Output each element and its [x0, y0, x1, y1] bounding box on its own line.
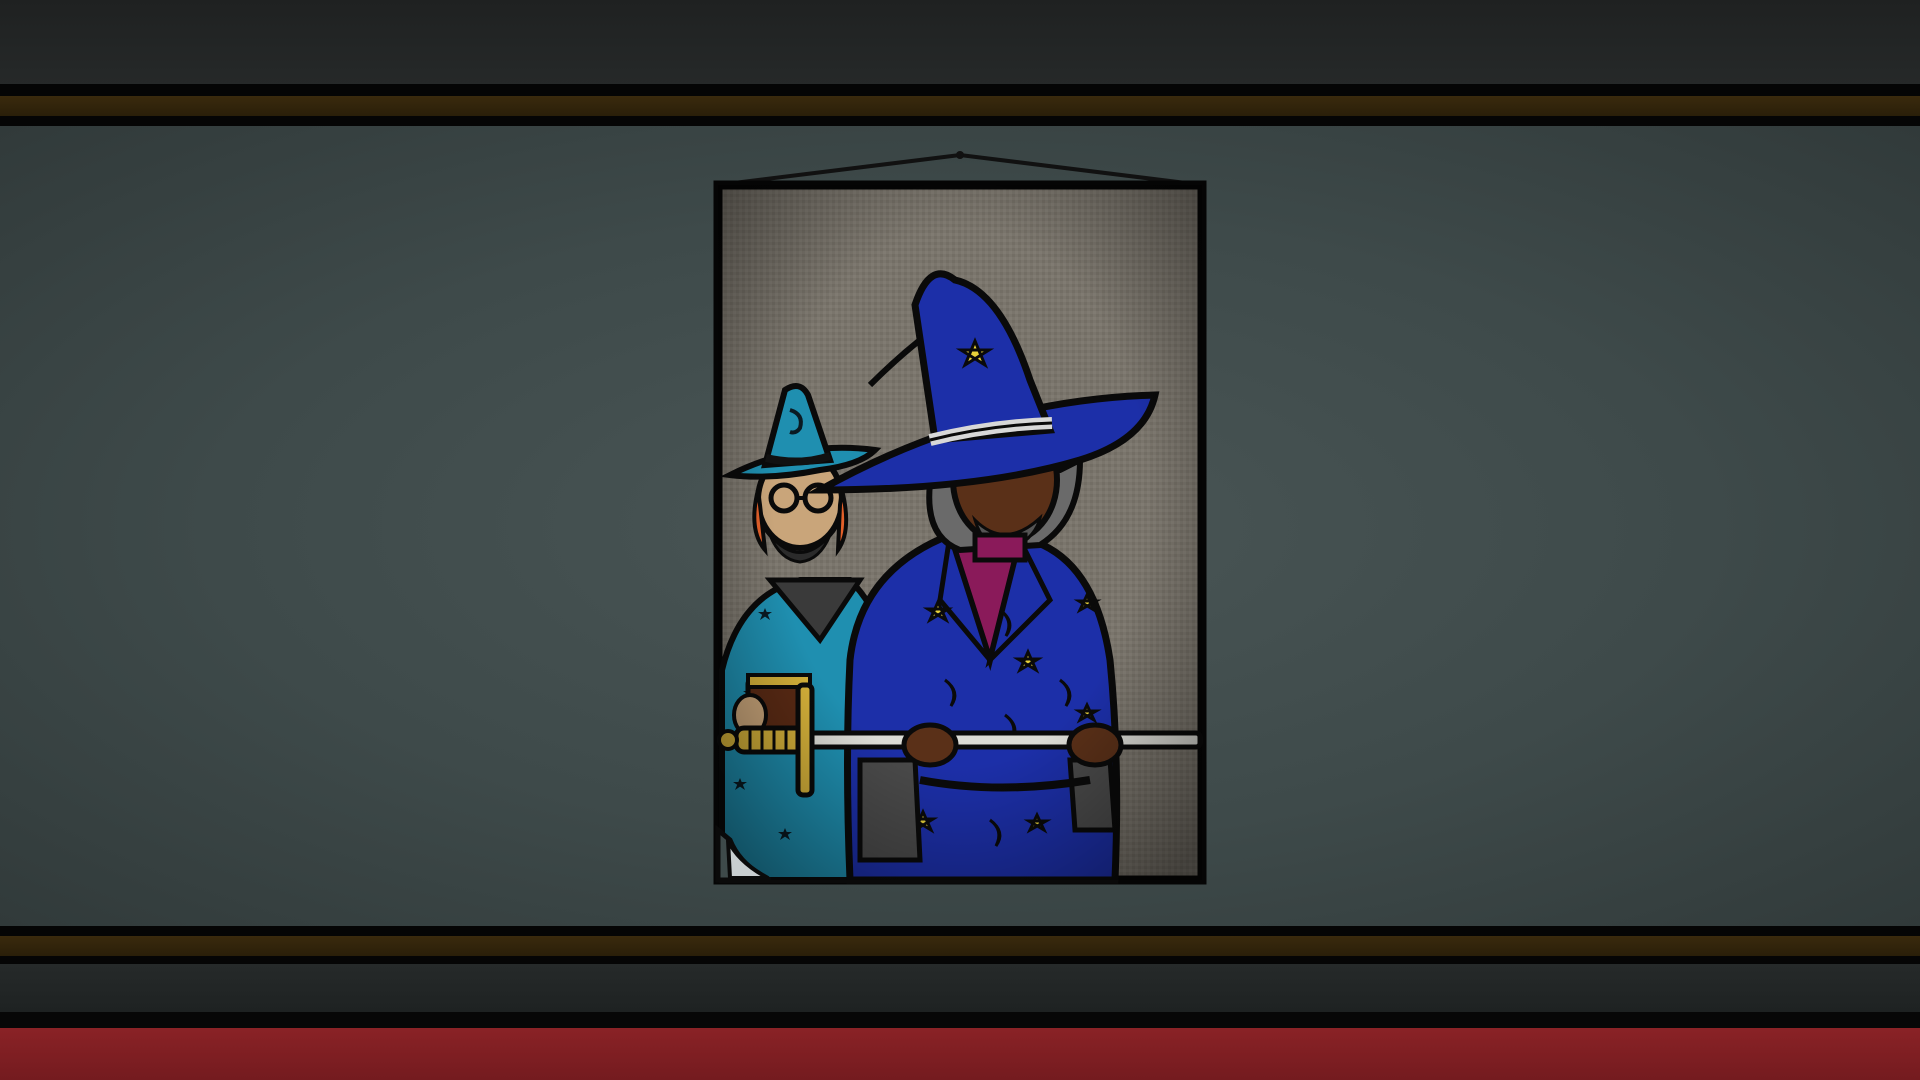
carpet: [0, 1028, 1920, 1080]
hanging-string: [717, 151, 1203, 187]
poster-shading: [718, 185, 1202, 880]
wizard-poster[interactable]: [700, 140, 1220, 910]
upper-trim-wood: [0, 96, 1920, 116]
lower-trim-wood: [0, 936, 1920, 956]
lower-trim-dark: [0, 926, 1920, 936]
upper-trim-dark-2: [0, 116, 1920, 126]
ceiling: [0, 0, 1920, 86]
upper-trim-dark: [0, 84, 1920, 96]
baseboard: [0, 964, 1920, 1012]
